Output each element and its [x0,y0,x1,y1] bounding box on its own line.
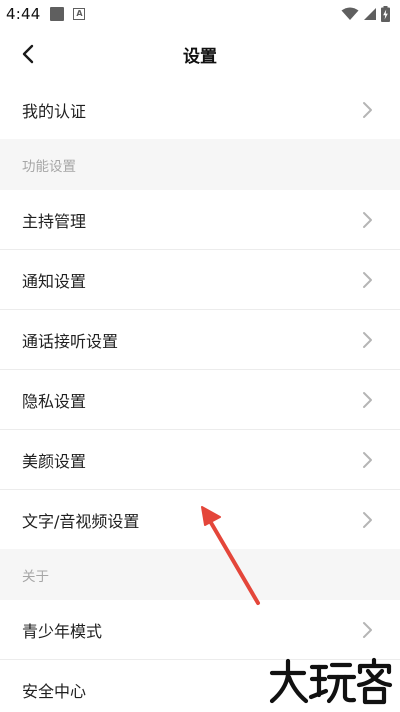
settings-item-host-management[interactable]: 主持管理 [0,190,400,250]
page-title: 设置 [183,46,217,67]
chevron-right-icon [363,102,372,118]
wifi-icon [341,7,359,20]
section-title: 关于 [22,568,49,585]
status-time: 4:44 [6,5,41,23]
section-header-about: 关于 [0,549,400,600]
settings-item-label: 通话接听设置 [22,332,119,351]
settings-item-text-av[interactable]: 文字/音视频设置 [0,490,400,550]
chevron-right-icon [363,332,372,348]
status-right-icons [341,6,390,22]
settings-item-label: 隐私设置 [22,392,87,411]
back-button[interactable] [14,40,42,68]
settings-item-label: 美颜设置 [22,452,87,471]
a-badge-icon: A [73,8,86,20]
settings-item-label: 主持管理 [22,212,87,231]
chevron-right-icon [363,392,372,408]
header: 设置 [0,28,400,80]
notification-square-icon [50,7,65,21]
section-header-functions: 功能设置 [0,139,400,190]
settings-item-label: 我的认证 [22,102,87,121]
chevron-left-icon [22,44,34,64]
section-title: 功能设置 [22,158,76,175]
settings-item-label: 通知设置 [22,272,87,291]
settings-item-privacy[interactable]: 隐私设置 [0,370,400,430]
chevron-right-icon [363,512,372,528]
settings-item-beauty[interactable]: 美颜设置 [0,430,400,490]
settings-item-label: 青少年模式 [22,622,103,641]
chevron-right-icon [363,622,372,638]
settings-item-notification[interactable]: 通知设置 [0,250,400,310]
chevron-right-icon [363,272,372,288]
status-bar: 4:44 A [0,0,400,28]
chevron-right-icon [363,452,372,468]
settings-item-call-answer[interactable]: 通话接听设置 [0,310,400,370]
battery-charging-icon [381,6,390,22]
settings-item-label: 文字/音视频设置 [22,512,140,531]
brand-watermark-icon [269,657,393,705]
settings-item-certification[interactable]: 我的认证 [0,80,400,140]
chevron-right-icon [363,212,372,228]
settings-item-teen-mode[interactable]: 青少年模式 [0,600,400,660]
settings-item-label: 安全中心 [22,682,87,701]
signal-icon [364,8,376,20]
